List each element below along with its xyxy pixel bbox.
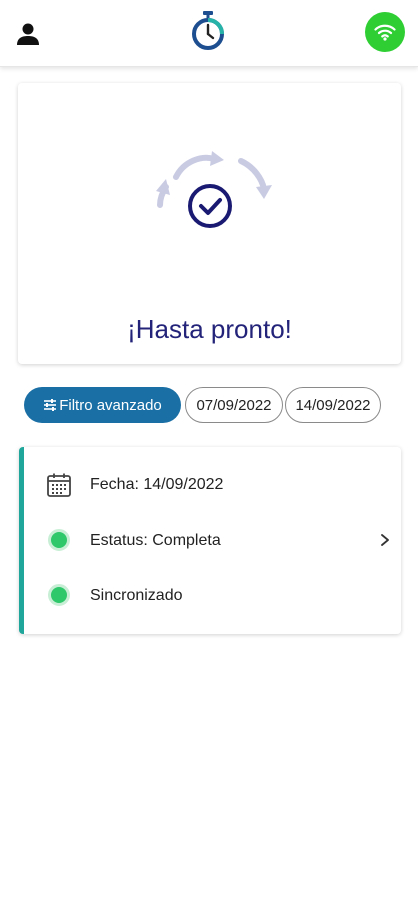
record-card[interactable]: Fecha: 14/09/2022 Estatus: Completa Sinc… bbox=[19, 447, 401, 634]
person-icon bbox=[17, 23, 39, 45]
user-profile-button[interactable] bbox=[14, 20, 42, 48]
advanced-filter-button[interactable]: Filtro avanzado bbox=[24, 387, 181, 423]
chevron-right-icon[interactable] bbox=[378, 530, 392, 550]
advanced-filter-label: Filtro avanzado bbox=[59, 396, 162, 414]
calendar-icon bbox=[47, 473, 71, 497]
date-to-label: 14/09/2022 bbox=[295, 396, 371, 414]
wifi-icon bbox=[374, 24, 396, 41]
sync-indicator-icon bbox=[48, 584, 70, 606]
sync-illustration bbox=[146, 149, 276, 239]
sync-check-icon bbox=[156, 151, 272, 228]
record-sync-row: Sincronizado bbox=[24, 581, 401, 611]
farewell-message: ¡Hasta pronto! bbox=[127, 314, 292, 344]
record-date-row: Fecha: 14/09/2022 bbox=[24, 470, 401, 500]
record-status-row: Estatus: Completa bbox=[24, 526, 401, 556]
record-status: Estatus: Completa bbox=[90, 532, 221, 549]
record-sync-status: Sincronizado bbox=[90, 587, 183, 604]
app-logo bbox=[190, 9, 226, 53]
date-from-chip[interactable]: 07/09/2022 bbox=[185, 387, 283, 423]
connection-status-button[interactable] bbox=[365, 12, 405, 52]
stopwatch-icon bbox=[192, 11, 224, 50]
record-date: Fecha: 14/09/2022 bbox=[90, 476, 224, 493]
status-indicator-icon bbox=[48, 529, 70, 551]
app-bar bbox=[0, 0, 418, 67]
farewell-card: ¡Hasta pronto! bbox=[18, 83, 401, 364]
tune-icon bbox=[44, 399, 57, 411]
date-from-label: 07/09/2022 bbox=[196, 396, 272, 414]
date-to-chip[interactable]: 14/09/2022 bbox=[285, 387, 381, 423]
